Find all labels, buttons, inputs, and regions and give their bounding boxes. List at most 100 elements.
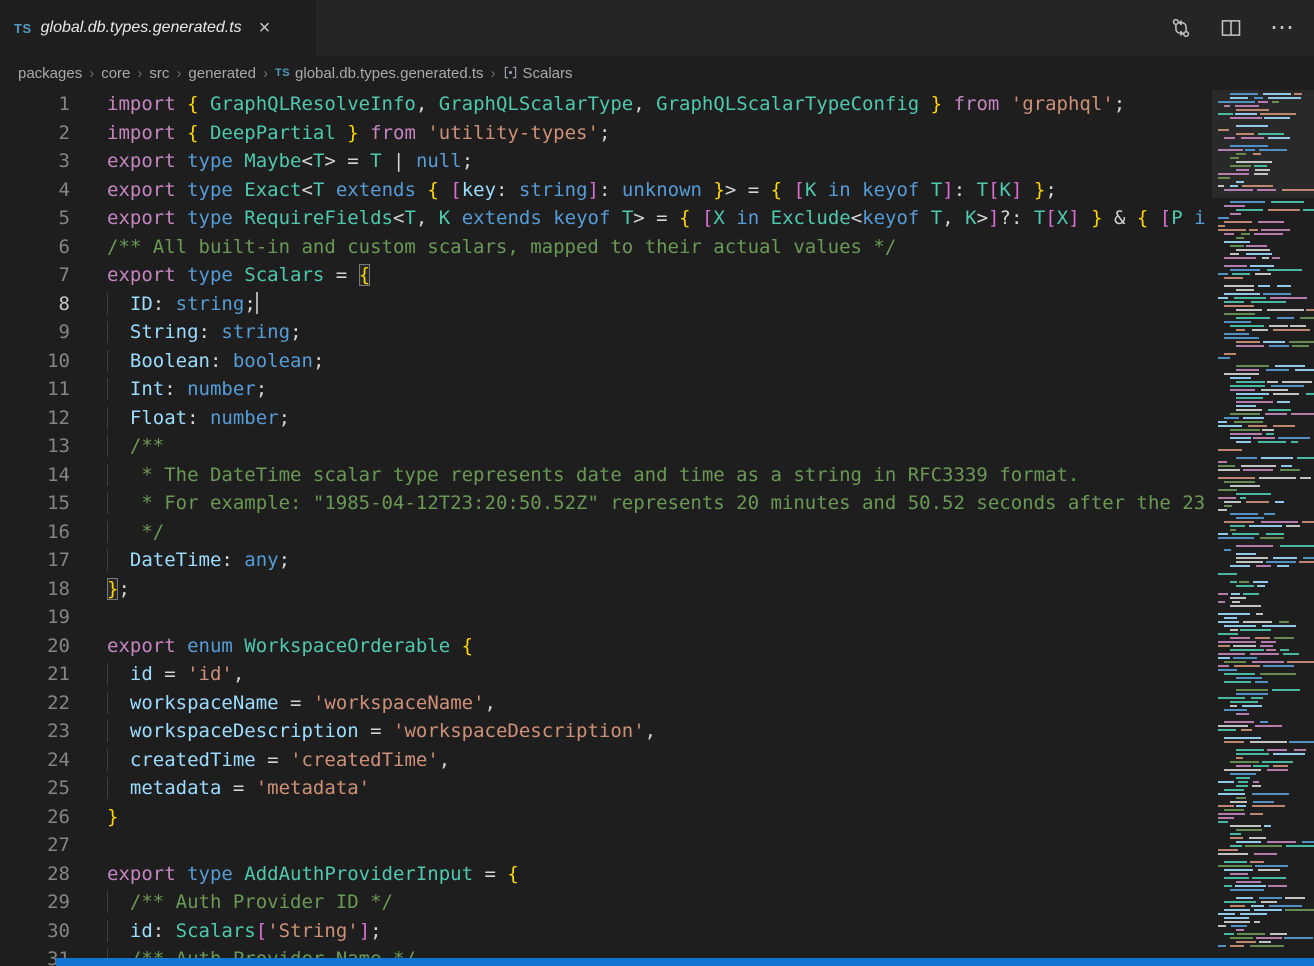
minimap-segment [1224,809,1244,811]
line-number[interactable]: 24 [0,746,70,775]
code-line[interactable]: 29 /** Auth Provider ID */ [0,888,1314,917]
code-line[interactable]: 22 workspaceName = 'workspaceName', [0,689,1314,718]
line-number[interactable]: 11 [0,375,70,404]
minimap-line [1218,945,1314,947]
line-number[interactable]: 12 [0,404,70,433]
code-line[interactable]: 17 DateTime: any; [0,546,1314,575]
minimap-line [1218,541,1314,543]
code-line[interactable]: 26} [0,803,1314,832]
minimap-segment [1249,229,1258,231]
split-editor-icon[interactable] [1220,17,1242,39]
tab-global-db-types-generated-ts[interactable]: TS global.db.types.generated.ts × [0,0,316,56]
line-number[interactable]: 16 [0,518,70,547]
minimap-segment [1218,297,1228,299]
minimap-segment [1218,425,1242,427]
code-line[interactable]: 24 createdTime = 'createdTime', [0,746,1314,775]
line-number[interactable]: 2 [0,119,70,148]
code-line[interactable]: 21 id = 'id', [0,660,1314,689]
code-token: */ [130,521,164,543]
line-number[interactable]: 10 [0,347,70,376]
code-line[interactable]: 7export type Scalars = { [0,261,1314,290]
code-line[interactable]: 27 [0,831,1314,860]
line-number[interactable]: 13 [0,432,70,461]
code-line[interactable]: 16 */ [0,518,1314,547]
breadcrumb-item-global-db-types-generated-ts[interactable]: TSglobal.db.types.generated.ts [275,65,484,82]
breadcrumb-item-generated[interactable]: generated [188,65,256,82]
code-line[interactable]: 3export type Maybe<T> = T | null; [0,147,1314,176]
code-line[interactable]: 10 Boolean: boolean; [0,347,1314,376]
line-number[interactable]: 21 [0,660,70,689]
code-token [107,378,130,400]
line-number[interactable]: 7 [0,261,70,290]
code-line[interactable]: 30 id: Scalars['String']; [0,917,1314,946]
line-number[interactable]: 3 [0,147,70,176]
code-token: 'String' [267,920,359,942]
minimap-segment [1263,93,1291,95]
code-editor[interactable]: 1import { GraphQLResolveInfo, GraphQLSca… [0,90,1314,966]
code-line[interactable]: 13 /** [0,432,1314,461]
line-number[interactable]: 14 [0,461,70,490]
minimap-line [1218,341,1314,343]
code-line[interactable]: 11 Int: number; [0,375,1314,404]
minimap-segment [1250,741,1286,743]
code-line[interactable]: 5export type RequireFields<T, K extends … [0,204,1314,233]
code-line[interactable]: 23 workspaceDescription = 'workspaceDesc… [0,717,1314,746]
code-line[interactable]: 28export type AddAuthProviderInput = { [0,860,1314,889]
line-number[interactable]: 22 [0,689,70,718]
code-line[interactable]: 12 Float: number; [0,404,1314,433]
more-actions-icon[interactable]: ⋯ [1270,23,1294,33]
typescript-file-icon: TS [14,21,32,36]
minimap-segment [1218,913,1235,915]
line-number[interactable]: 17 [0,546,70,575]
line-number[interactable]: 19 [0,603,70,632]
line-number[interactable]: 15 [0,489,70,518]
tab-close-icon[interactable]: × [259,18,271,38]
minimap-segment [1236,797,1246,799]
code-token: [ [256,920,267,942]
line-number[interactable]: 20 [0,632,70,661]
line-number[interactable]: 8 [0,290,70,319]
code-line[interactable]: 6/** All built-in and custom scalars, ma… [0,233,1314,262]
code-token: type [187,207,244,229]
code-token: = [370,720,393,742]
open-changes-icon[interactable] [1170,17,1192,39]
line-number[interactable]: 6 [0,233,70,262]
minimap-segment [1218,217,1229,219]
code-token: number [187,378,256,400]
line-number[interactable]: 9 [0,318,70,347]
line-number[interactable]: 29 [0,888,70,917]
line-number[interactable]: 18 [0,575,70,604]
code-line[interactable]: 2import { DeepPartial } from 'utility-ty… [0,119,1314,148]
line-number[interactable]: 4 [0,176,70,205]
breadcrumb-item-core[interactable]: core [101,65,130,82]
line-number[interactable]: 23 [0,717,70,746]
line-number[interactable]: 25 [0,774,70,803]
minimap-segment [1230,325,1264,327]
code-token: ; [244,293,255,315]
line-number[interactable]: 30 [0,917,70,946]
breadcrumb-item-scalars[interactable]: Scalars [503,65,573,82]
code-line[interactable]: 9 String: string; [0,318,1314,347]
tab-title: global.db.types.generated.ts [41,19,242,37]
minimap[interactable] [1212,90,1314,966]
minimap-segment [1224,373,1259,375]
code-line[interactable]: 8 ID: string; [0,290,1314,319]
minimap-segment [1236,677,1262,679]
code-line[interactable]: 4export type Exact<T extends { [key: str… [0,176,1314,205]
code-line[interactable]: 20export enum WorkspaceOrderable { [0,632,1314,661]
line-number[interactable]: 26 [0,803,70,832]
line-number[interactable]: 5 [0,204,70,233]
breadcrumb-item-packages[interactable]: packages [18,65,82,82]
code-line[interactable]: 19 [0,603,1314,632]
minimap-line [1218,705,1314,707]
line-number[interactable]: 1 [0,90,70,119]
code-area[interactable]: 1import { GraphQLResolveInfo, GraphQLSca… [0,90,1314,966]
breadcrumb-item-src[interactable]: src [149,65,169,82]
code-line[interactable]: 18}; [0,575,1314,604]
code-line[interactable]: 14 * The DateTime scalar type represents… [0,461,1314,490]
code-line[interactable]: 25 metadata = 'metadata' [0,774,1314,803]
code-line[interactable]: 15 * For example: "1985-04-12T23:20:50.5… [0,489,1314,518]
line-number[interactable]: 27 [0,831,70,860]
line-number[interactable]: 28 [0,860,70,889]
code-line[interactable]: 1import { GraphQLResolveInfo, GraphQLSca… [0,90,1314,119]
